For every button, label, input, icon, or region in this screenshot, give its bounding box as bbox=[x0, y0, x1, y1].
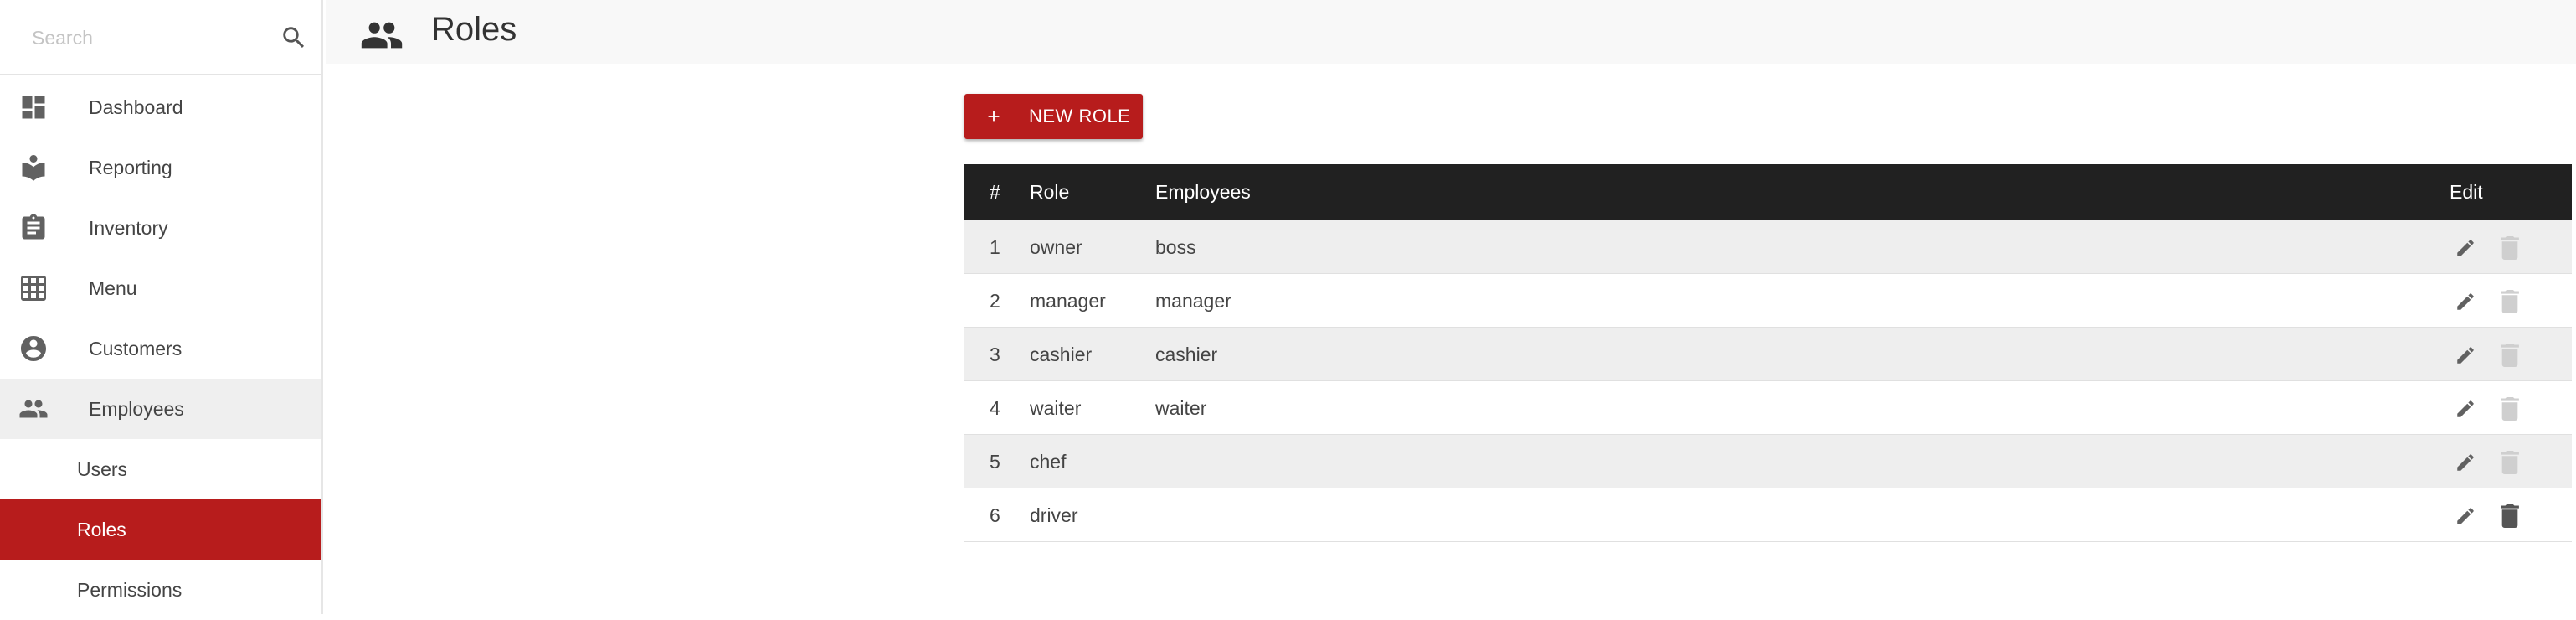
delete-icon bbox=[2501, 451, 2519, 474]
search-bar bbox=[0, 0, 321, 75]
delete-icon bbox=[2501, 236, 2519, 260]
edit-icon[interactable] bbox=[2455, 505, 2476, 527]
sidebar-item-reporting[interactable]: Reporting bbox=[0, 137, 321, 198]
row-employees: manager bbox=[1155, 290, 1231, 312]
people-icon bbox=[19, 400, 48, 418]
table-header: # Role Employees Edit bbox=[964, 164, 2572, 220]
sidebar-item-label: Employees bbox=[89, 398, 184, 420]
row-number: 3 bbox=[990, 344, 1000, 365]
sidebar-item-label: Inventory bbox=[89, 217, 168, 239]
new-role-label: NEW ROLE bbox=[1029, 106, 1131, 127]
table-body: 1 owner boss 2 manager manager 3 cashier… bbox=[964, 220, 2572, 542]
reporting-icon bbox=[22, 155, 45, 181]
row-number: 6 bbox=[990, 504, 1000, 526]
row-employees: waiter bbox=[1155, 397, 1207, 419]
sidebar-subitem-label: Users bbox=[77, 458, 128, 480]
table-row: 1 owner boss bbox=[964, 220, 2572, 274]
row-role: owner bbox=[1030, 236, 1082, 258]
sidebar-item-menu[interactable]: Menu bbox=[0, 258, 321, 318]
account-circle-icon bbox=[21, 336, 46, 361]
row-role: cashier bbox=[1030, 344, 1093, 365]
sidebar: Dashboard Reporting Inventory Menu Custo… bbox=[0, 0, 323, 614]
delete-icon bbox=[2501, 397, 2519, 421]
row-number: 2 bbox=[990, 290, 1000, 312]
plus-icon bbox=[988, 111, 1000, 122]
row-number: 4 bbox=[990, 397, 1000, 419]
new-role-button[interactable]: NEW ROLE bbox=[964, 94, 1143, 139]
page-header: Roles bbox=[326, 0, 2576, 64]
row-number: 5 bbox=[990, 451, 1000, 473]
delete-icon[interactable] bbox=[2501, 504, 2519, 528]
row-role: driver bbox=[1030, 504, 1078, 526]
sidebar-item-customers[interactable]: Customers bbox=[0, 318, 321, 379]
sidebar-subitem-permissions[interactable]: Permissions bbox=[0, 560, 321, 620]
clipboard-icon bbox=[22, 214, 45, 240]
row-employees: boss bbox=[1155, 236, 1196, 258]
search-icon[interactable] bbox=[280, 23, 308, 52]
sidebar-subitem-label: Roles bbox=[77, 519, 126, 540]
column-header-number: # bbox=[990, 181, 1000, 203]
delete-icon bbox=[2501, 344, 2519, 367]
roles-table: # Role Employees Edit 1 owner boss 2 man… bbox=[964, 164, 2572, 542]
table-row: 3 cashier cashier bbox=[964, 328, 2572, 381]
row-employees: cashier bbox=[1155, 344, 1218, 365]
dashboard-icon bbox=[22, 96, 45, 119]
sidebar-subitem-roles[interactable]: Roles bbox=[0, 499, 321, 560]
table-row: 4 waiter waiter bbox=[964, 381, 2572, 435]
table-row: 2 manager manager bbox=[964, 274, 2572, 328]
edit-icon[interactable] bbox=[2455, 344, 2476, 366]
page-title: Roles bbox=[431, 11, 517, 48]
sidebar-item-dashboard[interactable]: Dashboard bbox=[0, 77, 321, 137]
sidebar-item-inventory[interactable]: Inventory bbox=[0, 198, 321, 258]
sidebar-subitem-users[interactable]: Users bbox=[0, 439, 321, 499]
edit-icon[interactable] bbox=[2455, 398, 2476, 420]
grid-icon bbox=[21, 276, 46, 301]
row-role: chef bbox=[1030, 451, 1067, 473]
column-header-edit: Edit bbox=[2450, 181, 2483, 203]
row-role: manager bbox=[1030, 290, 1106, 312]
sidebar-item-label: Menu bbox=[89, 277, 137, 299]
column-header-employees: Employees bbox=[1155, 181, 1251, 203]
delete-icon bbox=[2501, 290, 2519, 313]
sidebar-subitem-label: Permissions bbox=[77, 579, 183, 601]
people-icon bbox=[361, 22, 403, 49]
column-header-role: Role bbox=[1030, 181, 1070, 203]
edit-icon[interactable] bbox=[2455, 452, 2476, 473]
row-number: 1 bbox=[990, 236, 1000, 258]
table-row: 6 driver bbox=[964, 488, 2572, 542]
edit-icon[interactable] bbox=[2455, 291, 2476, 313]
sidebar-item-label: Reporting bbox=[89, 157, 172, 178]
sidebar-item-label: Dashboard bbox=[89, 96, 183, 118]
sidebar-item-label: Customers bbox=[89, 338, 183, 359]
search-input[interactable] bbox=[30, 20, 265, 55]
edit-icon[interactable] bbox=[2455, 237, 2476, 259]
sidebar-item-employees[interactable]: Employees bbox=[0, 379, 321, 439]
row-role: waiter bbox=[1030, 397, 1082, 419]
table-row: 5 chef bbox=[964, 435, 2572, 488]
